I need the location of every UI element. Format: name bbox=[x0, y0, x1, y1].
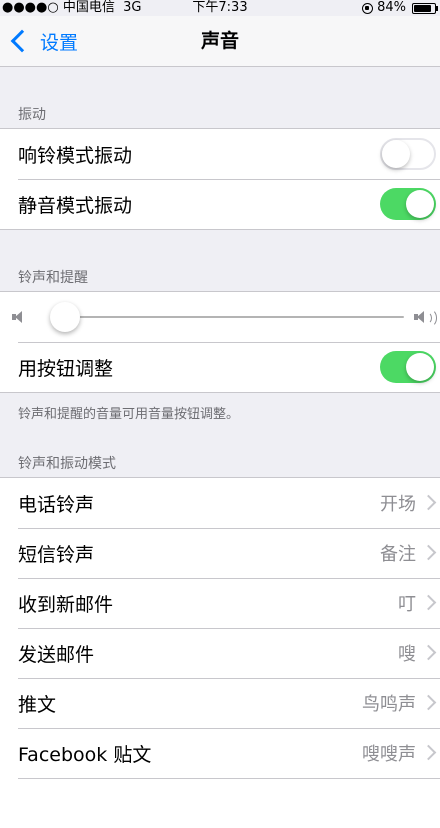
silent-vibrate-label: 静音模式振动 bbox=[18, 194, 133, 217]
ringer-footer-note: 铃声和提醒的音量可用音量按钮调整。 bbox=[18, 407, 240, 422]
list-item[interactable]: 推文 鸟鸣声 bbox=[0, 678, 440, 728]
list-item[interactable]: Facebook 贴文 嗖嗖声 bbox=[0, 728, 440, 778]
list-item[interactable]: 发送邮件 嗖 bbox=[0, 628, 440, 678]
button-adjust-switch[interactable] bbox=[380, 351, 436, 383]
chevron-right-icon bbox=[420, 694, 437, 711]
silent-vibrate-switch[interactable] bbox=[380, 188, 436, 220]
status-right: 84% bbox=[362, 0, 438, 16]
chevron-right-icon bbox=[420, 544, 437, 561]
new-mail-label: 收到新邮件 bbox=[18, 593, 114, 616]
volume-slider-row bbox=[0, 292, 440, 342]
volume-slider-thumb[interactable] bbox=[50, 302, 80, 332]
section-header-patterns: 铃声和振动模式 bbox=[18, 456, 116, 472]
sent-mail-label: 发送邮件 bbox=[18, 643, 95, 666]
facebook-post-label: Facebook 贴文 bbox=[18, 743, 152, 766]
navigation-bar: 设置 声音 bbox=[0, 16, 440, 67]
text-tone-value: 备注 bbox=[380, 544, 416, 565]
list-item[interactable]: 短信铃声 备注 bbox=[0, 528, 440, 578]
ring-vibrate-switch[interactable] bbox=[380, 138, 436, 170]
button-adjust-label: 用按钮调整 bbox=[18, 357, 114, 380]
section-header-vibration: 振动 bbox=[18, 107, 46, 123]
switch-knob bbox=[406, 353, 434, 381]
ringtone-value: 开场 bbox=[380, 494, 416, 515]
page-title: 声音 bbox=[200, 30, 239, 52]
tweet-label: 推文 bbox=[18, 693, 57, 716]
switch-knob bbox=[382, 140, 410, 168]
silent-vibrate-row: 静音模式振动 bbox=[0, 179, 440, 229]
list-item[interactable]: 收到新邮件 叮 bbox=[0, 578, 440, 628]
status-bar: ●●●●○ 中国电信 3G 下午7:33 84% bbox=[0, 0, 440, 16]
battery-icon bbox=[412, 2, 438, 14]
chevron-right-icon bbox=[420, 594, 437, 611]
section-header-ringer: 铃声和提醒 bbox=[18, 270, 88, 286]
text-tone-label: 短信铃声 bbox=[18, 543, 95, 566]
ringer-group: 用按钮调整 bbox=[0, 291, 440, 393]
facebook-post-value: 嗖嗖声 bbox=[362, 744, 416, 765]
patterns-group: 电话铃声 开场 短信铃声 备注 收到新邮件 叮 发送邮件 嗖 推文 鸟鸣声 Fa… bbox=[0, 477, 440, 828]
list-item-partial[interactable] bbox=[0, 778, 440, 828]
sent-mail-value: 嗖 bbox=[398, 644, 416, 665]
switch-knob bbox=[406, 190, 434, 218]
volume-high-icon bbox=[414, 309, 437, 327]
tweet-value: 鸟鸣声 bbox=[362, 694, 416, 715]
chevron-right-icon bbox=[420, 744, 437, 761]
chevron-right-icon bbox=[420, 494, 437, 511]
battery-percent: 84% bbox=[377, 0, 406, 15]
new-mail-value: 叮 bbox=[398, 594, 416, 615]
chevron-right-icon bbox=[420, 644, 437, 661]
ring-vibrate-label: 响铃模式振动 bbox=[18, 144, 133, 167]
button-adjust-row: 用按钮调整 bbox=[0, 342, 440, 392]
rotation-lock-icon bbox=[362, 2, 374, 14]
volume-slider[interactable] bbox=[50, 302, 404, 332]
ring-vibrate-row: 响铃模式振动 bbox=[0, 129, 440, 179]
ringtone-label: 电话铃声 bbox=[18, 493, 95, 516]
list-item[interactable]: 电话铃声 开场 bbox=[0, 478, 440, 528]
vibration-group: 响铃模式振动 静音模式振动 bbox=[0, 128, 440, 230]
